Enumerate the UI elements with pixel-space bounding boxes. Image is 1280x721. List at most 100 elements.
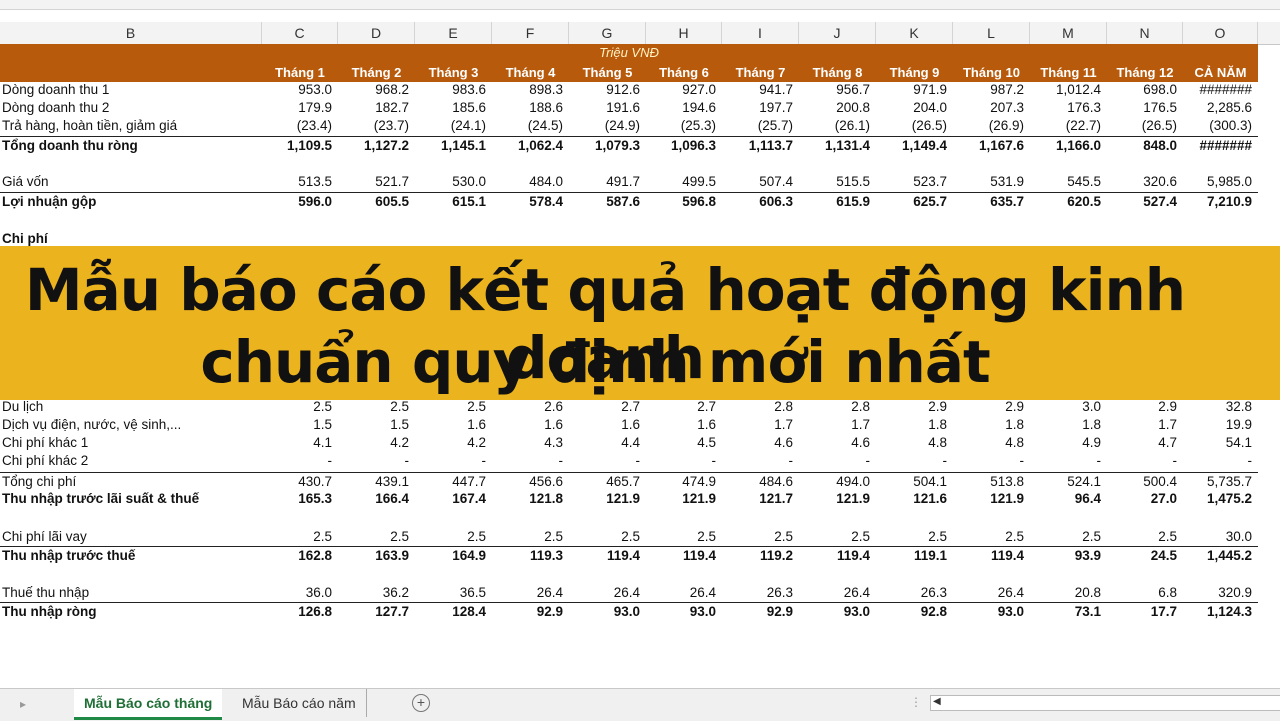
table-cell[interactable]: 2.7 <box>621 399 640 414</box>
table-cell[interactable]: 4.6 <box>774 435 793 450</box>
table-cell[interactable]: 26.4 <box>690 585 716 600</box>
tab-nav-arrow-icon[interactable]: ▸ <box>20 697 26 711</box>
table-cell[interactable]: 941.7 <box>759 82 793 97</box>
table-cell[interactable]: 500.4 <box>1143 474 1177 489</box>
table-cell[interactable]: 119.4 <box>683 548 716 563</box>
table-cell[interactable]: 971.9 <box>913 82 947 97</box>
table-cell[interactable]: 121.9 <box>606 491 640 506</box>
table-cell[interactable]: 2.5 <box>467 529 486 544</box>
table-cell[interactable]: 24.5 <box>1151 548 1177 563</box>
table-cell[interactable]: 1,149.4 <box>902 138 947 153</box>
table-cell[interactable]: 4.2 <box>390 435 409 450</box>
table-cell[interactable]: 207.3 <box>990 100 1024 115</box>
table-cell[interactable]: 4.1 <box>313 435 332 450</box>
table-cell[interactable]: 1.5 <box>390 417 409 432</box>
table-cell[interactable]: 197.7 <box>759 100 793 115</box>
column-header-d[interactable]: D <box>338 22 415 44</box>
table-cell[interactable]: 2.5 <box>313 529 332 544</box>
table-cell[interactable]: 188.6 <box>529 100 563 115</box>
table-cell[interactable]: (24.1) <box>451 118 486 133</box>
table-cell[interactable]: 1,109.5 <box>287 138 332 153</box>
tab-annual-report[interactable]: Mẫu Báo cáo năm <box>232 689 367 717</box>
table-cell[interactable]: (23.4) <box>297 118 332 133</box>
table-cell[interactable]: 545.5 <box>1067 174 1101 189</box>
table-cell[interactable]: 2.7 <box>697 399 716 414</box>
row-label[interactable]: Lợi nhuận gộp <box>2 194 96 209</box>
table-cell[interactable]: 1.8 <box>1005 417 1024 432</box>
tab-monthly-report[interactable]: Mẫu Báo cáo tháng <box>74 689 223 720</box>
splitter-handle-icon[interactable]: ⋮ <box>910 695 922 709</box>
row-label[interactable]: Thuế thu nhập <box>2 585 89 600</box>
table-cell[interactable]: 1,475.2 <box>1207 491 1252 506</box>
table-cell[interactable]: 494.0 <box>836 474 870 489</box>
table-cell[interactable]: 26.4 <box>844 585 870 600</box>
column-header-e[interactable]: E <box>415 22 492 44</box>
table-cell[interactable]: 36.5 <box>460 585 486 600</box>
table-cell[interactable]: - <box>328 453 333 468</box>
table-cell[interactable]: 162.8 <box>298 548 332 563</box>
table-cell[interactable]: 898.3 <box>529 82 563 97</box>
table-cell[interactable]: 524.1 <box>1067 474 1101 489</box>
table-cell[interactable]: 523.7 <box>913 174 947 189</box>
table-cell[interactable]: 5,985.0 <box>1207 174 1252 189</box>
table-cell[interactable]: 119.4 <box>991 548 1024 563</box>
table-cell[interactable]: 4.9 <box>1082 435 1101 450</box>
table-cell[interactable]: 620.5 <box>1067 194 1101 209</box>
table-cell[interactable]: (26.5) <box>1142 118 1177 133</box>
table-cell[interactable]: (26.5) <box>912 118 947 133</box>
row-label[interactable]: Chi phí khác 2 <box>2 453 88 468</box>
horizontal-scrollbar[interactable]: ◀ <box>930 695 1280 711</box>
table-cell[interactable]: 1,012.4 <box>1056 82 1101 97</box>
table-cell[interactable]: 2.6 <box>544 399 563 414</box>
table-cell[interactable]: 1,167.6 <box>979 138 1024 153</box>
row-label[interactable]: Du lịch <box>2 399 43 414</box>
row-label[interactable]: Thu nhập trước thuế <box>2 548 135 563</box>
column-header-l[interactable]: L <box>953 22 1030 44</box>
table-cell[interactable]: 587.6 <box>606 194 640 209</box>
table-cell[interactable]: 93.0 <box>690 604 716 619</box>
table-cell[interactable]: (25.3) <box>681 118 716 133</box>
table-cell[interactable]: 93.0 <box>844 604 870 619</box>
column-header-g[interactable]: G <box>569 22 646 44</box>
table-cell[interactable]: - <box>405 453 410 468</box>
column-header-f[interactable]: F <box>492 22 569 44</box>
table-cell[interactable]: 121.9 <box>682 491 716 506</box>
table-cell[interactable]: 1.7 <box>774 417 793 432</box>
table-cell[interactable]: 92.9 <box>537 604 563 619</box>
table-cell[interactable]: 1,124.3 <box>1207 604 1252 619</box>
table-cell[interactable]: 987.2 <box>990 82 1024 97</box>
table-cell[interactable]: 121.8 <box>529 491 563 506</box>
table-cell[interactable]: 2.5 <box>1158 529 1177 544</box>
row-label[interactable]: Trả hàng, hoàn tiền, giảm giá <box>2 118 177 133</box>
table-cell[interactable]: 596.0 <box>298 194 332 209</box>
table-cell[interactable]: 1.8 <box>928 417 947 432</box>
table-cell[interactable]: 2.9 <box>1005 399 1024 414</box>
table-cell[interactable]: 1,445.2 <box>1207 548 1252 563</box>
table-cell[interactable]: 93.0 <box>614 604 640 619</box>
table-cell[interactable]: 927.0 <box>682 82 716 97</box>
table-cell[interactable]: 26.4 <box>537 585 563 600</box>
table-cell[interactable]: 2.5 <box>774 529 793 544</box>
column-header-o[interactable]: O <box>1183 22 1258 44</box>
table-cell[interactable]: 1.7 <box>1158 417 1177 432</box>
table-cell[interactable]: 121.9 <box>836 491 870 506</box>
table-cell[interactable]: 2.5 <box>1005 529 1024 544</box>
table-cell[interactable]: - <box>943 453 948 468</box>
table-cell[interactable]: 4.2 <box>467 435 486 450</box>
table-cell[interactable]: 625.7 <box>913 194 947 209</box>
table-cell[interactable]: 4.8 <box>928 435 947 450</box>
table-cell[interactable]: 2.9 <box>928 399 947 414</box>
table-cell[interactable]: 606.3 <box>759 194 793 209</box>
table-cell[interactable]: 7,210.9 <box>1207 194 1252 209</box>
table-cell[interactable]: - <box>1020 453 1025 468</box>
table-cell[interactable]: 983.6 <box>452 82 486 97</box>
table-cell[interactable]: 1,145.1 <box>441 138 486 153</box>
table-cell[interactable]: 1,079.3 <box>595 138 640 153</box>
table-cell[interactable]: 1,127.2 <box>364 138 409 153</box>
table-cell[interactable]: 635.7 <box>990 194 1024 209</box>
table-cell[interactable]: 430.7 <box>298 474 332 489</box>
table-cell[interactable]: 32.8 <box>1226 399 1252 414</box>
table-cell[interactable]: 2.5 <box>390 399 409 414</box>
table-cell[interactable]: 596.8 <box>682 194 716 209</box>
table-cell[interactable]: 513.8 <box>990 474 1024 489</box>
